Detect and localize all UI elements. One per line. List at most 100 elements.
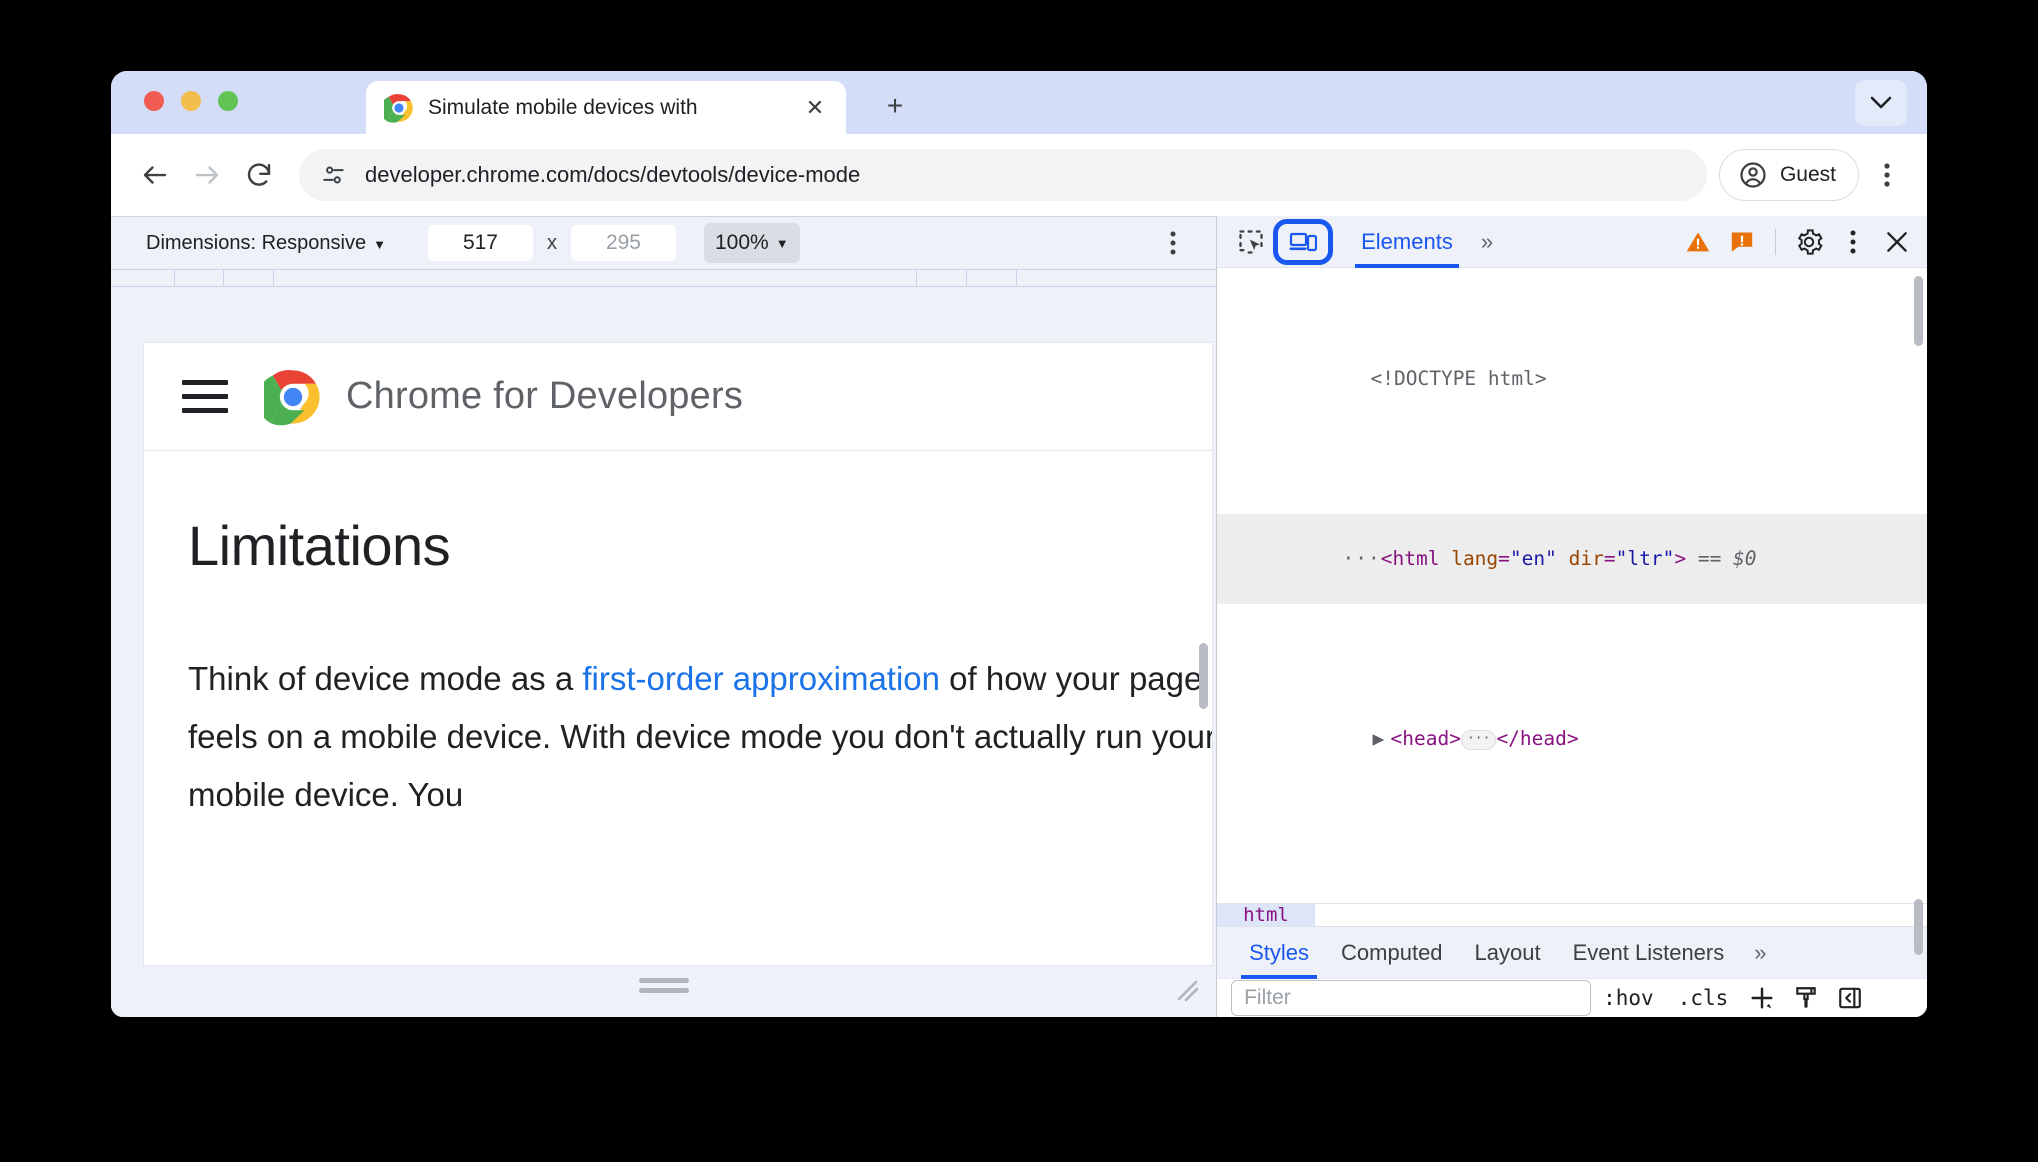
forward-arrow-icon bbox=[195, 166, 219, 184]
avatar-icon bbox=[1740, 162, 1766, 188]
device-toolbar-toggle-button[interactable] bbox=[1273, 218, 1334, 265]
inspect-element-button[interactable] bbox=[1231, 222, 1271, 262]
dom-attr-lang: lang bbox=[1451, 547, 1499, 570]
zoom-label: 100% bbox=[714, 231, 769, 254]
page-title: Limitations bbox=[188, 514, 451, 577]
chevron-down-icon: ▼ bbox=[373, 236, 386, 252]
chevron-down-icon: ▼ bbox=[775, 235, 789, 251]
panel-toggle-icon bbox=[1839, 987, 1862, 1009]
minimize-window-button[interactable] bbox=[181, 91, 201, 111]
browser-menu-button[interactable] bbox=[1865, 149, 1909, 201]
error-message-icon bbox=[1731, 231, 1753, 252]
new-tab-button[interactable]: + bbox=[876, 87, 914, 125]
site-header: Chrome for Developers bbox=[144, 343, 1212, 451]
tab-search-button[interactable] bbox=[1855, 80, 1907, 126]
toggle-sidebar-button[interactable] bbox=[1828, 979, 1872, 1017]
address-bar[interactable]: developer.chrome.com/docs/devtools/devic… bbox=[299, 149, 1707, 201]
collapsed-children-button[interactable]: ··· bbox=[1460, 730, 1497, 750]
viewport-resize-handle[interactable] bbox=[638, 978, 689, 998]
dom-line[interactable]: ···<html lang="en" dir="ltr"> == $0 bbox=[1217, 514, 1927, 604]
paintbrush-icon bbox=[1796, 987, 1817, 1008]
dom-line[interactable]: <!DOCTYPE html> bbox=[1217, 334, 1927, 424]
chrome-logo-icon bbox=[256, 368, 322, 426]
dimensions-label: Dimensions: Responsive bbox=[146, 231, 367, 254]
viewport-width-input[interactable]: 517 bbox=[427, 225, 533, 261]
gear-icon bbox=[1797, 228, 1823, 255]
highlight-ring bbox=[1273, 218, 1334, 265]
zoom-dropdown[interactable]: 100% ▼ bbox=[703, 223, 800, 263]
styles-tabs-overflow-button[interactable]: » bbox=[1740, 940, 1777, 966]
maximize-window-button[interactable] bbox=[218, 91, 238, 111]
site-settings-icon[interactable] bbox=[319, 160, 349, 190]
devtools-panel: Elements » <!DOCTYPE html> ···<html lang… bbox=[1216, 216, 1927, 1017]
devtools-toolbar-right bbox=[1678, 222, 1917, 262]
dom-tag-head: <head> bbox=[1390, 727, 1461, 750]
plus-icon bbox=[1751, 987, 1773, 1009]
browser-window: Simulate mobile devices with ✕ + develop… bbox=[111, 71, 1927, 1017]
dom-doctype: <!DOCTYPE html> bbox=[1370, 367, 1547, 390]
tab-computed[interactable]: Computed bbox=[1325, 927, 1459, 979]
force-state-button[interactable]: :hov bbox=[1591, 980, 1666, 1016]
tab-title: Simulate mobile devices with bbox=[428, 95, 698, 119]
kebab-menu-icon bbox=[1884, 163, 1890, 187]
viewport-corner-resize-handle[interactable] bbox=[1174, 977, 1200, 1003]
tab-event-listeners[interactable]: Event Listeners bbox=[1557, 927, 1741, 979]
styles-pane-scrollbar[interactable] bbox=[1914, 899, 1923, 955]
dom-expand-dots[interactable]: ··· bbox=[1343, 547, 1381, 570]
device-mode-menu-button[interactable] bbox=[1158, 226, 1188, 260]
expand-triangle-icon[interactable]: ▶ bbox=[1373, 724, 1391, 754]
warnings-button[interactable] bbox=[1678, 222, 1718, 262]
dom-tree[interactable]: <!DOCTYPE html> ···<html lang="en" dir="… bbox=[1217, 268, 1927, 903]
paragraph-part-1: Think of device mode as a bbox=[188, 660, 583, 697]
close-tab-button[interactable]: ✕ bbox=[798, 91, 832, 125]
new-style-rule-button[interactable] bbox=[1740, 979, 1784, 1017]
site-brand-title: Chrome for Developers bbox=[346, 375, 744, 417]
viewport-height-input[interactable]: 295 bbox=[570, 225, 676, 261]
back-button[interactable] bbox=[129, 149, 181, 201]
dom-line[interactable]: ▼<body class="tenant--chrome color-schem… bbox=[1217, 874, 1927, 903]
forward-button[interactable] bbox=[181, 149, 233, 201]
article-content: Limitations Think of device mode as a fi… bbox=[144, 451, 1212, 824]
errors-button[interactable] bbox=[1722, 222, 1762, 262]
viewport-ruler bbox=[111, 269, 1217, 287]
tab-layout[interactable]: Layout bbox=[1459, 927, 1557, 979]
browser-toolbar: developer.chrome.com/docs/devtools/devic… bbox=[111, 134, 1927, 216]
profile-button[interactable]: Guest bbox=[1718, 149, 1859, 201]
hamburger-menu-icon[interactable] bbox=[182, 380, 228, 413]
styles-filter-bar: Filter :hov .cls bbox=[1217, 978, 1927, 1017]
devtools-menu-button[interactable] bbox=[1833, 222, 1873, 262]
dimensions-dropdown[interactable]: Dimensions: Responsive ▼ bbox=[146, 232, 386, 255]
dom-line[interactable]: ▶ <head> ··· </head> bbox=[1217, 694, 1927, 784]
close-icon bbox=[1887, 231, 1907, 252]
first-order-approximation-link[interactable]: first-order approximation bbox=[582, 660, 940, 697]
dom-tag-head-close: </head> bbox=[1496, 727, 1579, 750]
chevron-down-icon bbox=[1870, 96, 1892, 109]
element-classes-button[interactable]: .cls bbox=[1666, 980, 1741, 1016]
page-scrollbar[interactable] bbox=[1199, 643, 1208, 709]
kebab-menu-icon bbox=[1850, 230, 1856, 253]
dom-tree-scrollbar[interactable] bbox=[1914, 276, 1923, 346]
dimension-separator: x bbox=[546, 231, 557, 254]
close-window-button[interactable] bbox=[144, 91, 164, 111]
settings-button[interactable] bbox=[1789, 222, 1829, 262]
toolbar-divider bbox=[1775, 228, 1776, 255]
styles-pane-tabs: Styles Computed Layout Event Listeners » bbox=[1217, 926, 1927, 979]
reload-button[interactable] bbox=[233, 149, 285, 201]
tab-elements[interactable]: Elements bbox=[1355, 216, 1459, 268]
inspect-element-icon bbox=[1239, 229, 1263, 254]
address-bar-url: developer.chrome.com/docs/devtools/devic… bbox=[365, 162, 861, 187]
content-split: Dimensions: Responsive ▼ 517 x 295 100% ▼ bbox=[111, 216, 1927, 1017]
browser-tab[interactable]: Simulate mobile devices with ✕ bbox=[366, 81, 846, 134]
profile-label: Guest bbox=[1779, 163, 1836, 186]
tab-styles[interactable]: Styles bbox=[1233, 927, 1325, 979]
tab-strip: Simulate mobile devices with ✕ + bbox=[111, 71, 1927, 134]
dom-tag-html: <html bbox=[1380, 547, 1440, 570]
computed-style-button[interactable] bbox=[1784, 979, 1828, 1017]
devtools-tabs-overflow-button[interactable]: » bbox=[1481, 229, 1493, 255]
warning-triangle-icon bbox=[1686, 231, 1710, 251]
close-devtools-button[interactable] bbox=[1877, 222, 1917, 262]
back-arrow-icon bbox=[143, 166, 167, 184]
dom-attr-lang-value: "en" bbox=[1509, 547, 1557, 570]
styles-filter-input[interactable]: Filter bbox=[1231, 980, 1592, 1016]
breadcrumb-item-html[interactable]: html bbox=[1217, 904, 1315, 926]
